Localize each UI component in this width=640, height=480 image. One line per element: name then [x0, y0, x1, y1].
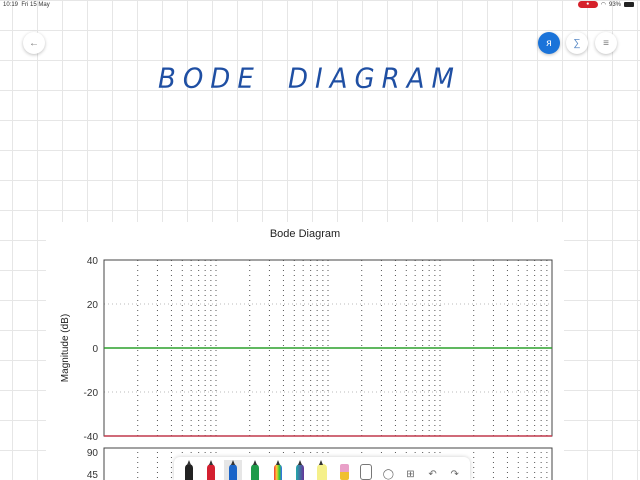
status-bar: 10:19 Fri 15 May ● ◠ 93% [0, 0, 640, 10]
handwriting-diagram: DIAGRAM [288, 63, 461, 95]
y-tick-label: 0 [92, 344, 98, 355]
lasso-tool[interactable]: ◯ [379, 460, 397, 480]
back-button[interactable]: ← [23, 32, 45, 54]
battery-label: 93% [608, 1, 621, 8]
collaborate-button[interactable]: ᴙ [538, 32, 560, 54]
ruler-tool[interactable] [357, 460, 375, 480]
arrow-left-icon: ← [29, 37, 39, 49]
battery-icon [624, 2, 634, 7]
phase-tick-label: 45 [87, 470, 99, 480]
plus-box-icon: ⊞ [406, 469, 415, 480]
hamburger-icon: ≡ [603, 37, 609, 49]
status-time: 10:19 Fri 15 May [3, 2, 50, 8]
wifi-icon: ◠ [600, 2, 606, 8]
phase-tick-label: 90 [87, 448, 99, 459]
y-tick-label: 20 [87, 300, 99, 311]
blue-pen-tool[interactable] [224, 460, 243, 480]
add-tool[interactable]: ⊞ [401, 460, 419, 480]
pen-toolbar: ◯ ⊞ ↶ ↷ [174, 457, 470, 480]
math-icon: ∑ [573, 37, 581, 49]
bode-figure[interactable]: Bode Diagram 40 20 0 -20 -40 Magnitude (dB) 90… [46, 222, 564, 480]
galaxy-pen-tool[interactable] [291, 460, 309, 480]
y-tick-label: -40 [84, 432, 99, 443]
person-icon: ᴙ [546, 37, 552, 49]
math-button[interactable]: ∑ [566, 32, 588, 54]
y-tick-label: 40 [87, 256, 99, 267]
recording-icon: ● [577, 1, 598, 8]
bode-plot: 40 20 0 -20 -40 Magnitude (dB) 90 45 [60, 256, 553, 480]
black-pen-tool[interactable] [180, 460, 198, 480]
undo-icon: ↶ [428, 469, 437, 480]
eraser-tool[interactable] [335, 460, 353, 480]
y-tick-label: -20 [84, 388, 99, 399]
lasso-icon: ◯ [382, 469, 394, 480]
handwriting-bode: BODE [158, 63, 261, 95]
highlighter-tool[interactable] [313, 460, 331, 480]
y-axis-label: Magnitude (dB) [60, 314, 71, 382]
menu-button[interactable]: ≡ [595, 32, 617, 54]
redo-button[interactable]: ↷ [446, 460, 464, 480]
rainbow-pen-tool[interactable] [269, 460, 287, 480]
redo-icon: ↷ [450, 469, 459, 480]
red-pen-tool[interactable] [202, 460, 220, 480]
undo-button[interactable]: ↶ [424, 460, 442, 480]
green-pen-tool[interactable] [246, 460, 264, 480]
